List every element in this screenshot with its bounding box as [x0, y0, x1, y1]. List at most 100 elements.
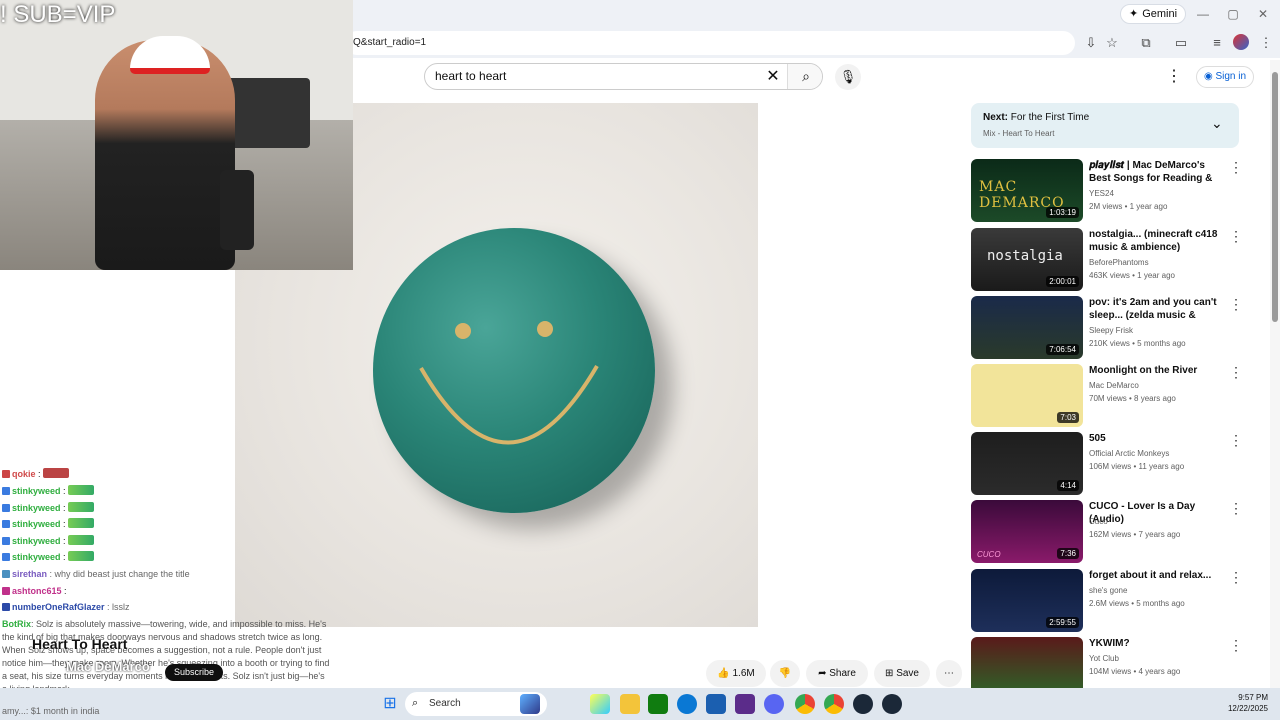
video-thumbnail[interactable]	[971, 637, 1083, 688]
channel-name[interactable]: Sleepy Frisk	[1089, 325, 1133, 337]
dislike-button[interactable]: 👎	[770, 660, 800, 687]
steam-icon[interactable]	[882, 694, 902, 714]
views-meta: 210K views • 5 months ago	[1089, 339, 1186, 348]
recommendation-title: 505	[1089, 433, 1106, 444]
recommendation-item[interactable]: 7:03 Moonlight on the River Mac DeMarco …	[971, 364, 1243, 428]
profile-avatar[interactable]	[1233, 34, 1249, 50]
video-thumbnail[interactable]: 7:06:54	[971, 296, 1083, 359]
emote-icon	[68, 485, 95, 495]
more-vert-icon[interactable]: ⋮	[1229, 569, 1243, 586]
chat-badge-icon	[2, 487, 10, 495]
windows-start-icon[interactable]: ⊞	[380, 694, 400, 714]
widgets-icon[interactable]	[520, 694, 540, 714]
video-thumbnail[interactable]: 4:14	[971, 432, 1083, 495]
recommendation-item[interactable]: CUCO 7:36 CUCO - Lover Is a Day (Audio) …	[971, 500, 1243, 564]
scrollbar-thumb[interactable]	[1272, 72, 1278, 322]
video-thumbnail[interactable]: CUCO 7:36	[971, 500, 1083, 563]
install-app-icon[interactable]: ⇩	[1080, 33, 1102, 53]
share-button[interactable]: ➦ Share	[806, 660, 868, 687]
more-actions-button[interactable]: ⋯	[936, 660, 962, 687]
channel-name[interactable]: Yot Club	[1089, 653, 1119, 665]
channel-name[interactable]: YES24	[1089, 188, 1114, 200]
maximize-button[interactable]: ▢	[1218, 5, 1248, 23]
recommendation-item[interactable]: MAC DEMARCO 1:03:19 𝒑𝒍𝒂𝒚𝒍𝒊𝒔𝒕 | Mac DeMar…	[971, 159, 1243, 223]
taskbar-clock[interactable]: 9:57 PM 12/22/2025	[1200, 692, 1268, 714]
more-vert-icon[interactable]: ⋮	[1229, 159, 1243, 176]
search-input[interactable]: heart to heart	[435, 64, 506, 89]
chat-message: numberOneRafGlazer : lsslz	[2, 600, 130, 614]
recommendation-item[interactable]: 7:06:54 pov: it's 2am and you can't slee…	[971, 296, 1243, 360]
clear-search-icon[interactable]: ✕	[763, 64, 783, 89]
channel-name[interactable]: Official Arctic Monkeys	[1089, 448, 1169, 460]
search-box[interactable]: heart to heart ✕ ⌕	[424, 63, 823, 90]
recommendation-title: Moonlight on the River	[1089, 365, 1198, 376]
copilot-icon[interactable]	[590, 694, 610, 714]
more-vert-icon[interactable]: ⋮	[1229, 228, 1243, 245]
settings-menu-icon[interactable]: ⋮	[1166, 66, 1182, 88]
minimize-button[interactable]: —	[1188, 5, 1218, 23]
thumbs-up-icon: 👍	[717, 668, 730, 679]
xbox-icon[interactable]	[648, 694, 668, 714]
sparkle-icon: ✦	[1129, 8, 1139, 20]
more-vert-icon[interactable]: ⋮	[1229, 364, 1243, 381]
chrome-icon[interactable]	[824, 694, 844, 714]
store-icon[interactable]	[706, 694, 726, 714]
thumbs-down-icon: 👎	[778, 668, 792, 679]
channel-name[interactable]: she's gone	[1089, 585, 1127, 597]
thumbnail-text: CUCO	[977, 550, 1001, 559]
chrome-icon[interactable]	[795, 694, 815, 714]
chevron-down-icon[interactable]: ⌄	[1211, 115, 1223, 132]
video-thumbnail[interactable]: 2:59:55	[971, 569, 1083, 632]
subscribe-button[interactable]: Subscribe	[165, 664, 223, 681]
more-horiz-icon: ⋯	[944, 668, 954, 679]
video-thumbnail[interactable]: MAC DEMARCO 1:03:19	[971, 159, 1083, 222]
microphone-icon[interactable]: 🎙	[835, 64, 861, 90]
bookmark-star-icon[interactable]: ☆	[1101, 33, 1123, 53]
more-vert-icon[interactable]: ⋮	[1229, 500, 1243, 517]
channel-name[interactable]: BeforePhantoms	[1089, 257, 1149, 269]
save-playlist-icon: ⊞	[885, 668, 894, 679]
channel-name[interactable]: Cuco	[1089, 516, 1108, 528]
search-icon[interactable]: ⌕	[787, 64, 822, 89]
recommendation-item[interactable]: 2:59:55 forget about it and relax... she…	[971, 569, 1243, 633]
discord-icon[interactable]	[764, 694, 784, 714]
file-explorer-icon[interactable]	[620, 694, 640, 714]
gemini-button[interactable]: ✦ Gemini	[1120, 4, 1187, 24]
app-icon[interactable]	[735, 694, 755, 714]
chat-text: :	[63, 503, 66, 513]
save-button[interactable]: ⊞ Save	[874, 660, 930, 687]
views-meta: 106M views • 11 years ago	[1089, 462, 1185, 471]
chat-text: :	[38, 469, 41, 479]
views-meta: 70M views • 8 years ago	[1089, 394, 1176, 403]
more-vert-icon[interactable]: ⋮	[1229, 432, 1243, 449]
sign-in-button[interactable]: ◉ Sign in	[1196, 66, 1254, 88]
next-up-card[interactable]: Next: For the First Time Mix - Heart To …	[971, 103, 1239, 148]
emote-icon	[43, 468, 70, 478]
video-thumbnail[interactable]: nostalgia 2:00:01	[971, 228, 1083, 291]
chat-message: stinkyweed :	[2, 484, 95, 498]
duration-badge: 7:06:54	[1046, 344, 1079, 355]
recommendation-item[interactable]: YKWIM? Yot Club 104M views • 4 years ago…	[971, 637, 1241, 688]
extensions-icon[interactable]: ⧉	[1135, 33, 1157, 53]
browser-menu-icon[interactable]: ⋮	[1255, 33, 1277, 53]
url-field[interactable]: Q&start_radio=1	[345, 31, 1075, 55]
steam-icon[interactable]	[853, 694, 873, 714]
channel-name[interactable]: Mac DeMarco	[66, 659, 150, 674]
like-button[interactable]: 👍 1.6M	[706, 660, 766, 687]
stream-overlay-text: ! SUB=VIP	[0, 1, 116, 28]
media-control-icon[interactable]: ≡	[1206, 33, 1228, 53]
next-label: Next:	[983, 112, 1009, 123]
more-vert-icon[interactable]: ⋮	[1229, 296, 1243, 313]
channel-name[interactable]: Mac DeMarco	[1089, 380, 1139, 392]
recommendation-item[interactable]: 4:14 505 Official Arctic Monkeys 106M vi…	[971, 432, 1243, 496]
thumbnail-text: nostalgia	[987, 248, 1063, 264]
tab-search-icon[interactable]: ▭	[1170, 33, 1192, 53]
video-thumbnail[interactable]: 7:03	[971, 364, 1083, 427]
recommendation-title: pov: it's 2am and you can't sleep... (ze…	[1089, 297, 1217, 321]
close-window-button[interactable]: ✕	[1248, 5, 1278, 23]
recommendation-item[interactable]: nostalgia 2:00:01 nostalgia... (minecraf…	[971, 228, 1243, 292]
edge-icon[interactable]	[677, 694, 697, 714]
chat-text: :	[63, 486, 66, 496]
more-vert-icon[interactable]: ⋮	[1229, 637, 1241, 654]
chat-username: qokie	[12, 469, 36, 479]
